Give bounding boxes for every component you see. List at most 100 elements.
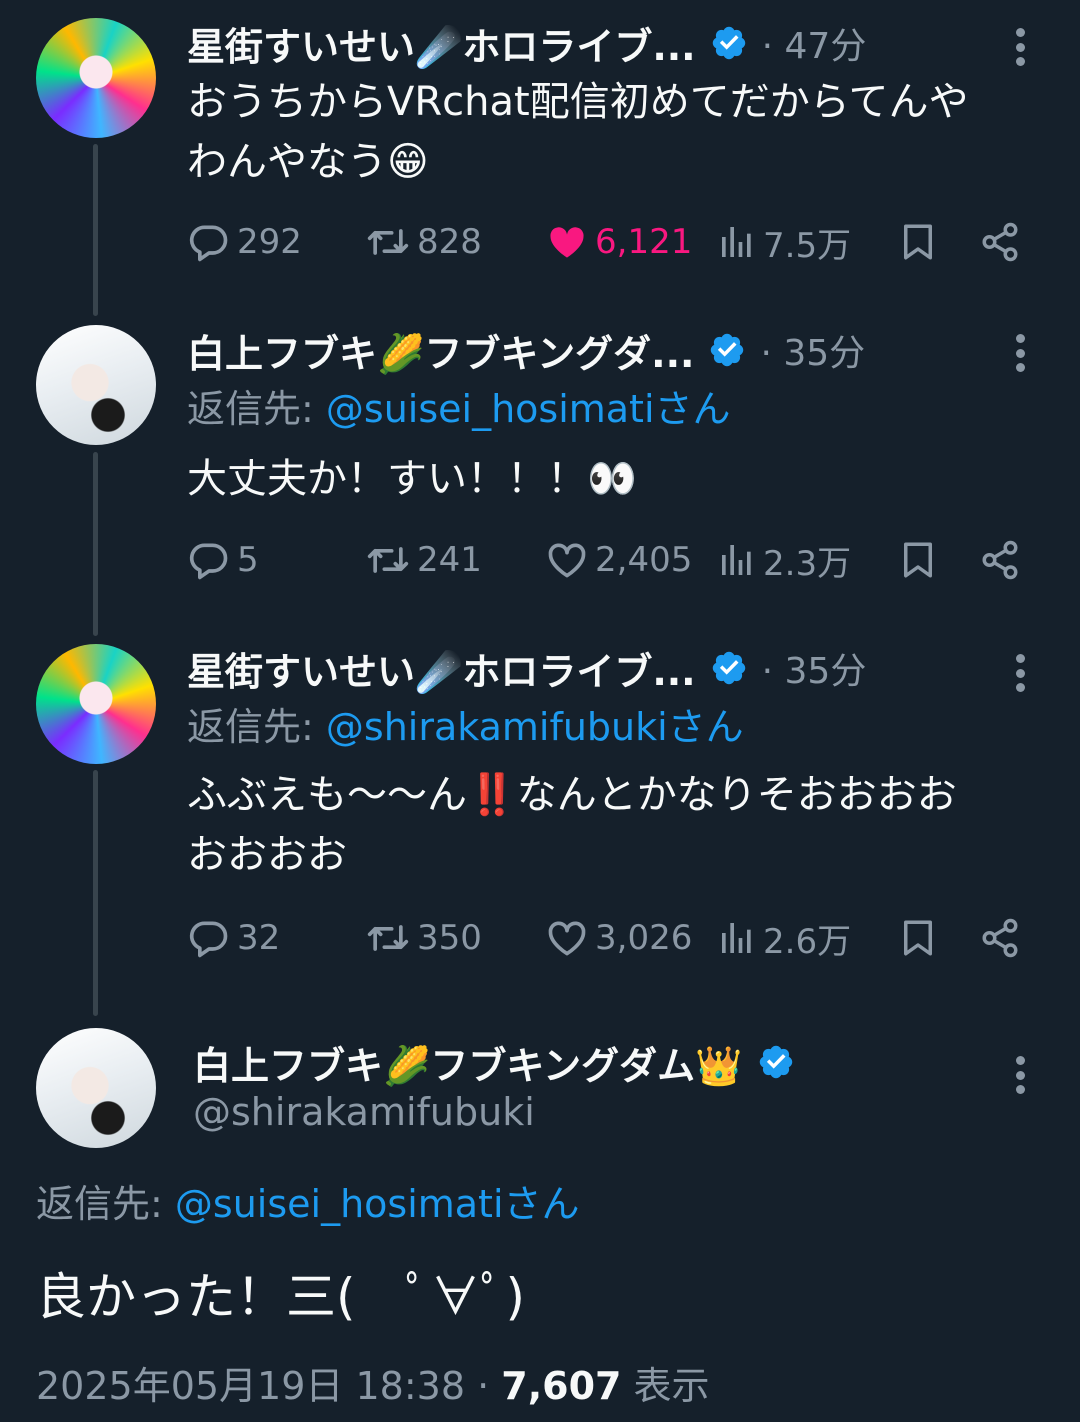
reply-icon [187,916,231,960]
retweet-button[interactable]: 828 [365,212,482,272]
reply-mention-link[interactable]: @suisei_hosimatiさん [175,1182,580,1226]
like-button[interactable]: 3,026 [545,908,692,968]
verified-icon [708,331,746,369]
more-icon[interactable] [1000,328,1040,378]
avatar[interactable] [36,18,156,138]
views-button[interactable]: 2.3万 [717,530,851,590]
tweet-text-line: ふぶえも〜〜ん‼️なんとかなりそおおおお [187,772,957,818]
like-icon [545,538,589,582]
share-button[interactable] [979,530,1021,590]
retweet-button[interactable]: 241 [365,530,482,590]
like-count: 2,405 [595,540,693,580]
retweet-count: 828 [417,222,482,262]
retweet-icon [365,220,411,264]
share-button[interactable] [979,212,1021,272]
bookmark-icon [897,916,939,960]
display-name[interactable]: 星街すいせい☄️ホロライブ... [187,641,696,696]
avatar[interactable] [36,644,156,764]
tweet-time[interactable]: · 47分 [762,17,867,69]
views-label: 表示 [621,1364,710,1408]
tweet-text: 良かった！三( ﾟ∀ﾟ) [36,1268,526,1326]
reply-button[interactable]: 292 [187,212,302,272]
retweet-count: 350 [417,918,482,958]
thread-tweet[interactable]: 星街すいせい☄️ホロライブ... · 47分 おうちからVRchat配信初めてだ… [0,0,1080,316]
reply-icon [187,220,231,264]
reply-button[interactable]: 32 [187,908,280,968]
retweet-count: 241 [417,540,482,580]
verified-icon [710,649,748,687]
author-block: 白上フブキ🌽フブキングダム👑 @shirakamifubuki [193,1034,795,1134]
tweet-thread: 星街すいせい☄️ホロライブ... · 47分 おうちからVRchat配信初めてだ… [0,0,1080,1422]
reply-count: 32 [237,918,281,958]
bookmark-icon [897,538,939,582]
like-button[interactable]: 6,121 [545,212,692,272]
thread-connector-line [93,770,98,1016]
views-count: 7.5万 [763,225,852,266]
like-count: 6,121 [595,222,693,262]
like-icon [545,916,589,960]
views-icon [717,222,757,262]
retweet-button[interactable]: 350 [365,908,482,968]
tweet-text-line: おおおお [187,832,347,878]
user-handle[interactable]: @shirakamifubuki [193,1090,795,1134]
avatar[interactable] [36,325,156,445]
display-name[interactable]: 星街すいせい☄️ホロライブ... [187,16,696,71]
reply-count: 292 [237,222,302,262]
views-icon [717,918,757,958]
thread-tweet[interactable]: 白上フブキ🌽フブキングダ... · 35分 返信先: @suisei_hosim… [0,316,1080,636]
tweet-date[interactable]: 2025年05月19日 18:38 · [36,1364,501,1408]
thread-connector-line [93,144,98,316]
like-button[interactable]: 2,405 [545,530,692,590]
share-icon [979,538,1021,582]
share-button[interactable] [979,908,1021,968]
display-name[interactable]: 白上フブキ🌽フブキングダム👑 [193,1035,743,1090]
reply-count: 5 [237,540,259,580]
share-icon [979,220,1021,264]
tweet-text: ふぶえも〜〜ん‼️なんとかなりそおおおお おおおお [187,765,1040,885]
views-count: 2.3万 [763,543,852,584]
verified-icon [757,1043,795,1081]
views-button[interactable]: 2.6万 [717,908,851,968]
tweet-text-line: おうちからVRchat配信初めてだからてんや [187,79,969,125]
views-icon [717,540,757,580]
more-icon[interactable] [1000,1050,1040,1100]
tweet-text: おうちからVRchat配信初めてだからてんや わんやなう😁 [187,72,1040,192]
thread-connector-line [93,452,98,636]
verified-icon [710,24,748,62]
more-icon[interactable] [1000,648,1040,698]
reply-icon [187,538,231,582]
like-count: 3,026 [595,918,693,958]
retweet-icon [365,916,411,960]
reply-prefix: 返信先: [187,387,326,431]
tweet-header: 白上フブキ🌽フブキングダ... · 35分 [187,321,1040,379]
reply-mention-link[interactable]: @shirakamifubukiさん [326,705,744,749]
like-icon [545,220,589,264]
bookmark-button[interactable] [897,530,939,590]
reply-button[interactable]: 5 [187,530,259,590]
bookmark-button[interactable] [897,908,939,968]
more-icon[interactable] [1000,22,1040,72]
avatar[interactable] [36,1028,156,1148]
views-total: 7,607 [501,1364,622,1408]
tweet-actions: 5 241 2,405 2.3万 [187,530,1040,590]
tweet-header: 白上フブキ🌽フブキングダム👑 [193,1034,795,1090]
reply-mention-link[interactable]: @suisei_hosimatiさん [326,387,731,431]
retweet-icon [365,538,411,582]
thread-tweet[interactable]: 星街すいせい☄️ホロライブ... · 35分 返信先: @shirakamifu… [0,636,1080,1016]
tweet-time[interactable]: · 35分 [760,324,865,376]
reply-context: 返信先: @suisei_hosimatiさん [36,1174,580,1234]
reply-prefix: 返信先: [36,1182,175,1226]
views-button[interactable]: 7.5万 [717,212,851,272]
tweet-actions: 292 828 6,121 7.5万 [187,212,1040,272]
tweet-header: 星街すいせい☄️ホロライブ... · 35分 [187,639,1040,697]
tweet-header: 星街すいせい☄️ホロライブ... · 47分 [187,14,1040,72]
bookmark-button[interactable] [897,212,939,272]
tweet-actions: 32 350 3,026 2.6万 [187,908,1040,968]
tweet-time[interactable]: · 35分 [762,642,867,694]
views-count: 2.6万 [763,921,852,962]
reply-context: 返信先: @suisei_hosimatiさん [187,379,1040,439]
display-name[interactable]: 白上フブキ🌽フブキングダ... [187,323,694,378]
tweet-text-line: わんやなう😁 [187,139,429,185]
tweet-text-line: 大丈夫か！すい！！！👀 [187,456,637,502]
reply-prefix: 返信先: [187,705,326,749]
